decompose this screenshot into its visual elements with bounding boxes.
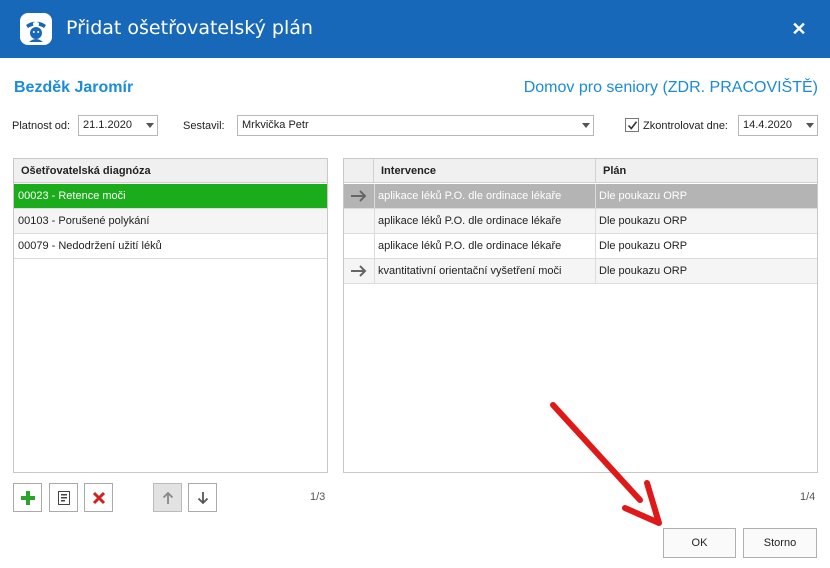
ok-button[interactable]: OK bbox=[663, 528, 736, 558]
annotation-arrow-icon bbox=[550, 402, 662, 526]
cancel-button[interactable]: Storno bbox=[743, 528, 817, 558]
